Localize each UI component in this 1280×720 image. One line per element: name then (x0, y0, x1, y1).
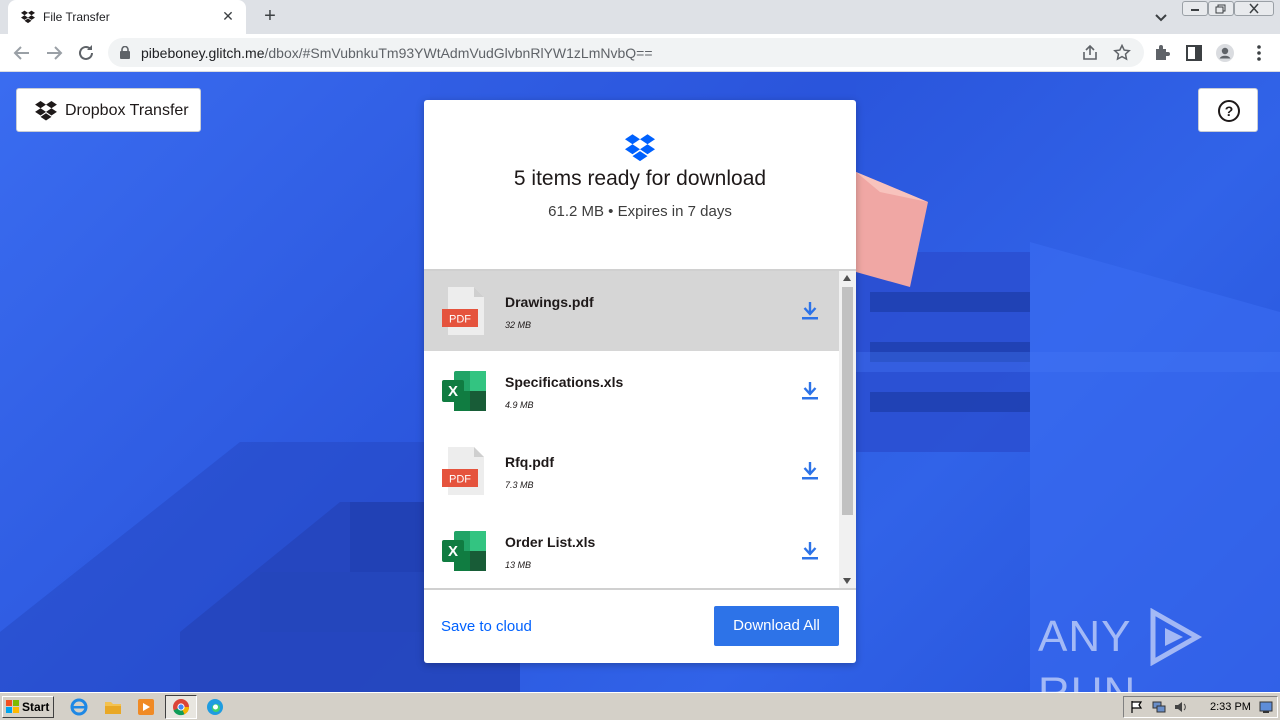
anyrun-watermark: ANY RUN (1038, 607, 1280, 692)
show-desktop-icon[interactable] (1259, 700, 1273, 714)
download-all-button[interactable]: Download All (714, 606, 839, 646)
pdf-file-icon: PDF (442, 287, 484, 335)
download-icon[interactable] (801, 301, 819, 321)
file-list-scrollbar[interactable] (839, 271, 856, 588)
dropbox-favicon-icon (21, 10, 35, 24)
help-button[interactable]: ? (1198, 88, 1258, 132)
reload-icon[interactable] (74, 41, 98, 65)
file-row[interactable]: X Specifications.xls 4.9 MB (424, 351, 839, 431)
internet-explorer-icon[interactable] (70, 698, 88, 716)
url-host: pibeboney.glitch.me (141, 45, 265, 61)
scroll-up-arrow-icon[interactable] (843, 275, 851, 281)
url-text[interactable]: pibeboney.glitch.me/dbox/#SmVubnkuTm93YW… (141, 45, 653, 61)
dropbox-logo-icon (625, 134, 655, 162)
dropbox-transfer-label: Dropbox Transfer (65, 102, 189, 119)
side-panel-icon[interactable] (1184, 43, 1204, 63)
windows-taskbar: Start 2:33 PM (0, 692, 1280, 720)
browser-tab-bar: File Transfer ✕ + (0, 0, 1280, 34)
close-window-button[interactable] (1234, 1, 1274, 16)
profile-avatar-icon[interactable] (1215, 43, 1235, 63)
download-icon[interactable] (801, 461, 819, 481)
excel-file-icon: X (442, 371, 486, 411)
dropbox-logo-icon (35, 101, 57, 121)
file-list[interactable]: PDF Drawings.pdf 32 MB X Specifications.… (424, 269, 856, 590)
forward-arrow-icon[interactable] (42, 41, 66, 65)
minimize-button[interactable] (1182, 1, 1208, 16)
save-to-cloud-link[interactable]: Save to cloud (441, 618, 532, 635)
url-path: /dbox/#SmVubnkuTm93YWtAdmVudGlvbnRlYW1zL… (264, 45, 653, 61)
page-viewport: Dropbox Transfer ? 5 items ready for dow… (0, 72, 1280, 692)
browser-tab[interactable]: File Transfer ✕ (8, 0, 246, 34)
excel-file-icon: X (442, 531, 486, 571)
file-row[interactable]: PDF Drawings.pdf 32 MB (424, 271, 839, 351)
system-tray: 2:33 PM (1123, 696, 1278, 718)
file-row[interactable]: X Order List.xls 13 MB (424, 511, 839, 588)
scroll-down-arrow-icon[interactable] (843, 578, 851, 584)
file-size: 32 MB (505, 320, 532, 330)
excel-icon-text: X (448, 543, 458, 560)
help-question-icon: ? (1218, 100, 1240, 122)
pdf-icon-text: PDF (449, 314, 471, 326)
lock-icon[interactable] (120, 46, 130, 59)
file-name: Rfq.pdf (505, 454, 554, 470)
tab-close-icon[interactable]: ✕ (218, 6, 238, 26)
start-button[interactable]: Start (2, 696, 54, 718)
download-summary: 61.2 MB • Expires in 7 days (548, 203, 732, 220)
restore-button[interactable] (1208, 1, 1234, 16)
action-center-flag-icon[interactable] (1130, 700, 1144, 714)
media-player-icon[interactable] (137, 698, 155, 716)
watermark-left-text: ANY (1038, 612, 1132, 661)
close-window-icon (1249, 3, 1259, 14)
browser-menu-kebab-icon[interactable] (1249, 43, 1269, 63)
watermark-right-text: RUN (1038, 668, 1136, 692)
back-arrow-icon[interactable] (10, 41, 34, 65)
file-row[interactable]: PDF Rfq.pdf 7.3 MB (424, 431, 839, 511)
windows-flag-icon (6, 700, 19, 713)
volume-speaker-icon[interactable] (1174, 700, 1188, 714)
tab-title: File Transfer (43, 10, 110, 24)
pdf-file-icon: PDF (442, 447, 484, 495)
download-heading: 5 items ready for download (513, 167, 767, 190)
browser-toolbar: pibeboney.glitch.me/dbox/#SmVubnkuTm93YW… (0, 34, 1280, 72)
tab-search-chevron-icon[interactable] (1152, 8, 1170, 26)
bookmark-star-icon[interactable] (1113, 44, 1131, 62)
file-size: 7.3 MB (505, 480, 534, 490)
taskbar-chrome-button[interactable] (165, 695, 197, 719)
anyrun-play-logo-icon (1150, 607, 1202, 667)
file-name: Drawings.pdf (505, 294, 594, 310)
taskbar-clock[interactable]: 2:33 PM (1210, 701, 1251, 713)
file-size: 13 MB (505, 560, 532, 570)
file-size: 4.9 MB (505, 400, 534, 410)
pdf-icon-text: PDF (449, 474, 471, 486)
file-name: Specifications.xls (505, 374, 624, 390)
restore-icon (1215, 4, 1226, 14)
download-icon[interactable] (801, 381, 819, 401)
extensions-puzzle-icon[interactable] (1152, 43, 1172, 63)
minimize-icon (1191, 9, 1199, 11)
file-name: Order List.xls (505, 534, 596, 550)
address-bar[interactable]: pibeboney.glitch.me/dbox/#SmVubnkuTm93YW… (108, 38, 1144, 67)
start-label: Start (22, 700, 50, 714)
new-tab-button[interactable]: + (258, 4, 282, 28)
network-icon[interactable] (1152, 700, 1166, 714)
scroll-thumb[interactable] (842, 287, 853, 515)
download-card: 5 items ready for download 61.2 MB • Exp… (424, 100, 856, 663)
dropbox-transfer-button[interactable]: Dropbox Transfer (16, 88, 201, 132)
file-explorer-folder-icon[interactable] (104, 698, 122, 716)
edge-icon[interactable] (206, 698, 224, 716)
share-icon[interactable] (1081, 44, 1099, 62)
download-icon[interactable] (801, 541, 819, 561)
excel-icon-text: X (448, 383, 458, 400)
chrome-icon (173, 699, 189, 716)
